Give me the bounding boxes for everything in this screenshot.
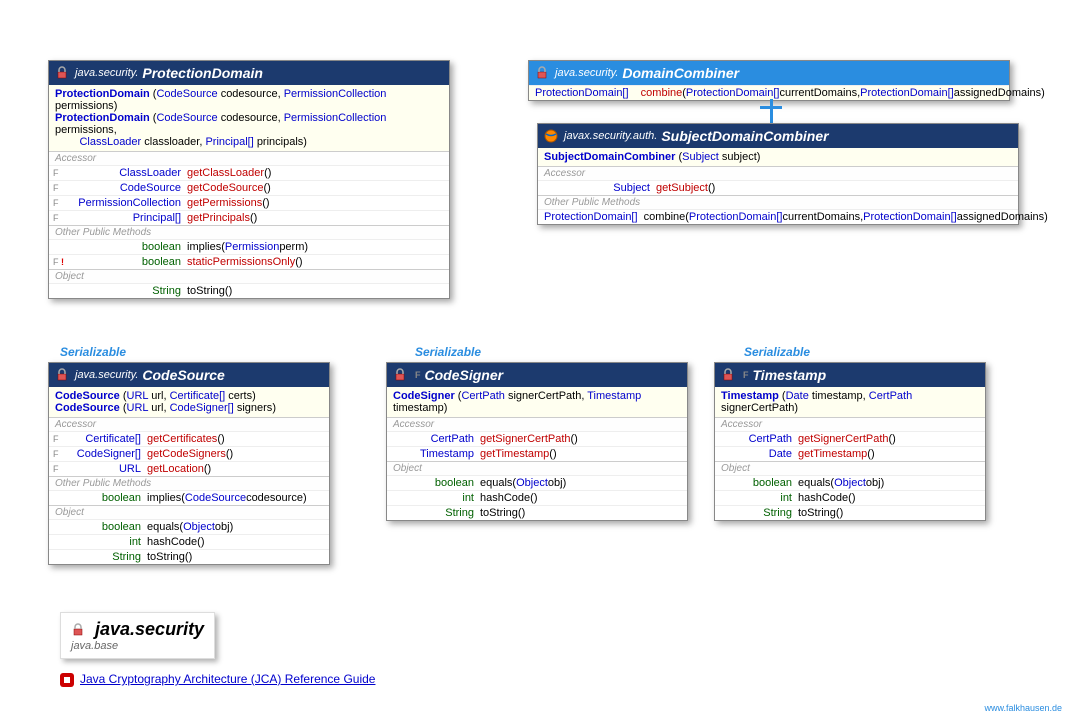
constructors: Timestamp (Date timestamp, CertPath sign… (715, 387, 985, 417)
constructors: ProtectionDomain (CodeSource codesource,… (49, 85, 449, 151)
method-row: inthashCode () (49, 534, 329, 549)
class-name: CodeSigner (425, 367, 504, 383)
constructors: CodeSigner (CertPath signerCertPath, Tim… (387, 387, 687, 417)
method-row: FURLgetLocation () (49, 461, 329, 476)
class-header: javax.security.auth. SubjectDomainCombin… (538, 124, 1018, 148)
module-name: java.base (71, 640, 204, 652)
section-other: Other Public Methods (538, 195, 1018, 209)
method-row: F !booleanstaticPermissionsOnly () (49, 254, 449, 269)
section-object: Object (49, 269, 449, 283)
section-accessor: Accessor (387, 417, 687, 431)
class-header: java.security. ProtectionDomain (49, 61, 449, 85)
method-row: booleanequals (Object obj) (49, 519, 329, 534)
serializable-label[interactable]: Serializable (60, 345, 126, 359)
serializable-label[interactable]: Serializable (415, 345, 481, 359)
oracle-icon (60, 673, 74, 687)
section-accessor: Accessor (49, 417, 329, 431)
connector-line (770, 99, 773, 123)
method-row: SubjectgetSubject () (538, 180, 1018, 195)
method-row: StringtoString () (49, 283, 449, 298)
package-title: java.security (71, 619, 204, 640)
f-marker: F (415, 370, 421, 380)
lock-icon (55, 368, 69, 382)
serializable-label[interactable]: Serializable (744, 345, 810, 359)
method-row: TimestampgetTimestamp () (387, 446, 687, 461)
method-row: DategetTimestamp () (715, 446, 985, 461)
class-package: java.security. (75, 67, 138, 79)
class-subject-domain-combiner: javax.security.auth. SubjectDomainCombin… (537, 123, 1019, 225)
method-row: CertPathgetSignerCertPath () (387, 431, 687, 446)
method-row: FPermissionCollectiongetPermissions () (49, 195, 449, 210)
class-header: F CodeSigner (387, 363, 687, 387)
class-timestamp: F Timestamp Timestamp (Date timestamp, C… (714, 362, 986, 521)
class-package: javax.security.auth. (564, 130, 657, 142)
class-name: ProtectionDomain (142, 65, 263, 81)
method-row: CertPathgetSignerCertPath () (715, 431, 985, 446)
watermark: www.falkhausen.de (984, 703, 1062, 713)
section-object: Object (49, 505, 329, 519)
section-other: Other Public Methods (49, 225, 449, 239)
section-object: Object (715, 461, 985, 475)
method-row: booleanequals (Object obj) (715, 475, 985, 490)
method-row: StringtoString () (715, 505, 985, 520)
class-package: java.security. (75, 369, 138, 381)
method-row: booleanequals (Object obj) (387, 475, 687, 490)
method-row: FPrincipal[]getPrincipals () (49, 210, 449, 225)
lock-icon (71, 621, 89, 639)
method-row: StringtoString () (49, 549, 329, 564)
class-name: Timestamp (753, 367, 827, 383)
section-other: Other Public Methods (49, 476, 329, 490)
class-header: F Timestamp (715, 363, 985, 387)
section-object: Object (387, 461, 687, 475)
section-accessor: Accessor (538, 166, 1018, 180)
class-protection-domain: java.security. ProtectionDomain Protecti… (48, 60, 450, 299)
lock-icon (535, 66, 549, 80)
class-header: java.security. DomainCombiner (529, 61, 1009, 85)
method-row: FCodeSigner[]getCodeSigners () (49, 446, 329, 461)
class-header: java.security. CodeSource (49, 363, 329, 387)
section-accessor: Accessor (715, 417, 985, 431)
globe-icon (544, 129, 558, 143)
lock-icon (55, 66, 69, 80)
reference-link[interactable]: Java Cryptography Architecture (JCA) Ref… (60, 672, 375, 687)
package-title-box: java.security java.base (60, 612, 215, 659)
constructors: CodeSource (URL url, Certificate[] certs… (49, 387, 329, 417)
class-package: java.security. (555, 67, 618, 79)
method-row: FCertificate[]getCertificates () (49, 431, 329, 446)
class-code-source: java.security. CodeSource CodeSource (UR… (48, 362, 330, 565)
class-domain-combiner: java.security. DomainCombiner Protection… (528, 60, 1010, 101)
method-row: FClassLoadergetClassLoader () (49, 165, 449, 180)
method-row: inthashCode () (715, 490, 985, 505)
method-row: inthashCode () (387, 490, 687, 505)
method-row: ProtectionDomain[] combine (ProtectionDo… (538, 209, 1018, 224)
method-row: FCodeSourcegetCodeSource () (49, 180, 449, 195)
section-accessor: Accessor (49, 151, 449, 165)
class-name: DomainCombiner (622, 65, 739, 81)
constructors: SubjectDomainCombiner (Subject subject) (538, 148, 1018, 166)
class-name: CodeSource (142, 367, 224, 383)
class-name: SubjectDomainCombiner (661, 128, 828, 144)
connector-line (760, 106, 782, 109)
lock-icon (393, 368, 407, 382)
f-marker: F (743, 370, 749, 380)
class-code-signer: F CodeSigner CodeSigner (CertPath signer… (386, 362, 688, 521)
method-row: booleanimplies (CodeSource codesource) (49, 490, 329, 505)
method-row: booleanimplies (Permission perm) (49, 239, 449, 254)
method-row: StringtoString () (387, 505, 687, 520)
method-row: ProtectionDomain[] combine (ProtectionDo… (529, 85, 1009, 100)
lock-icon (721, 368, 735, 382)
